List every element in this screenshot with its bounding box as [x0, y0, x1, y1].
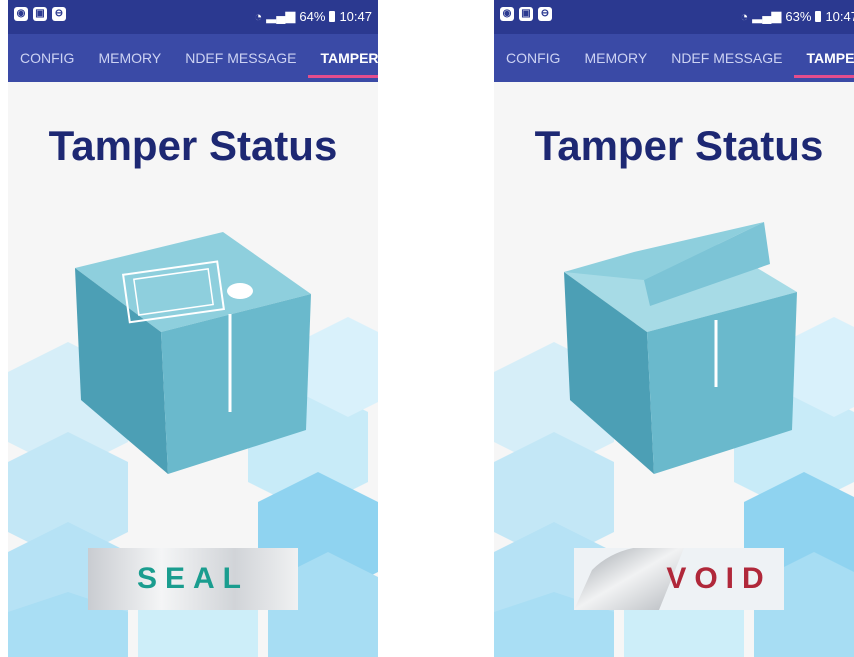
signal-icon: ▂▄▆ [752, 8, 782, 23]
void-label-wrap: VOID [574, 548, 784, 610]
void-label: VOID [666, 562, 772, 595]
tab-ndef-message[interactable]: NDEF MESSAGE [659, 34, 794, 82]
phone-screen-void: ◉ ▣ ⊖ ◔ ▂▄▆ 63% 10:47 CONFIG MEMORY NDEF… [494, 0, 854, 657]
clock: 10:47 [825, 8, 854, 24]
status-bar: ◉ ▣ ⊖ ◔ ▂▄▆ 63% 10:47 [494, 0, 854, 34]
battery-icon [815, 10, 822, 22]
link-icon: ⊖ [538, 7, 552, 21]
image-icon: ▣ [519, 7, 533, 21]
tamper-content: Tamper Status VOID [494, 82, 854, 657]
seal-label: SEAL [136, 562, 249, 595]
tab-config[interactable]: CONFIG [494, 34, 572, 82]
tab-bar: CONFIG MEMORY NDEF MESSAGE TAMPER [494, 34, 854, 82]
battery-percent: 64% [299, 8, 326, 24]
tab-ndef-message[interactable]: NDEF MESSAGE [173, 34, 308, 82]
tab-tamper[interactable]: TAMPER [308, 34, 378, 82]
app-icon: ◉ [500, 7, 514, 21]
tab-memory[interactable]: MEMORY [572, 34, 659, 82]
status-bar: ◉ ▣ ⊖ ◔ ▂▄▆ 64% 10:47 [8, 0, 378, 34]
wifi-icon: ◔ [740, 8, 749, 24]
battery-icon [329, 10, 336, 22]
tab-memory[interactable]: MEMORY [86, 34, 173, 82]
battery-percent: 63% [785, 8, 812, 24]
tab-bar: CONFIG MEMORY NDEF MESSAGE TAMPER [8, 34, 378, 82]
tamper-content: Tamper Status SEAL [8, 82, 378, 657]
phone-screen-sealed: ◉ ▣ ⊖ ◔ ▂▄▆ 64% 10:47 CONFIG MEMORY NDEF… [8, 0, 378, 657]
seal-label-wrap: SEAL [88, 548, 298, 610]
clock: 10:47 [339, 8, 372, 24]
link-icon: ⊖ [52, 7, 66, 21]
signal-icon: ▂▄▆ [266, 8, 296, 23]
app-icon: ◉ [14, 7, 28, 21]
wifi-icon: ◔ [254, 8, 263, 24]
tab-tamper[interactable]: TAMPER [794, 34, 854, 82]
image-icon: ▣ [33, 7, 47, 21]
tab-config[interactable]: CONFIG [8, 34, 86, 82]
